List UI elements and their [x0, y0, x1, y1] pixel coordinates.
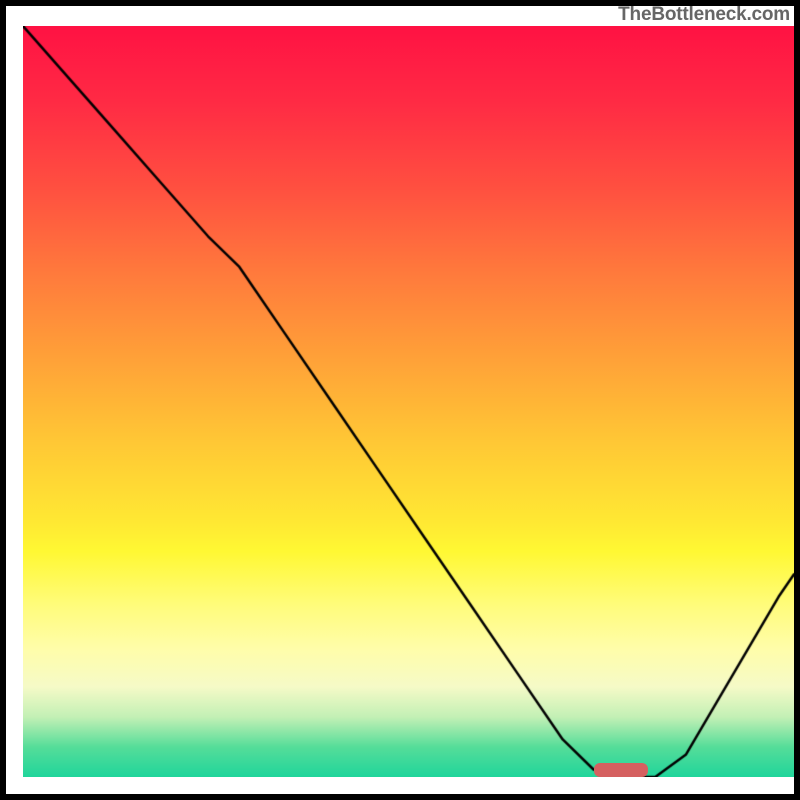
- watermark-text: TheBottleneck.com: [618, 4, 790, 26]
- plot-area: [23, 26, 794, 777]
- optimal-marker: [594, 763, 648, 777]
- chart-container: TheBottleneck.com: [0, 0, 800, 800]
